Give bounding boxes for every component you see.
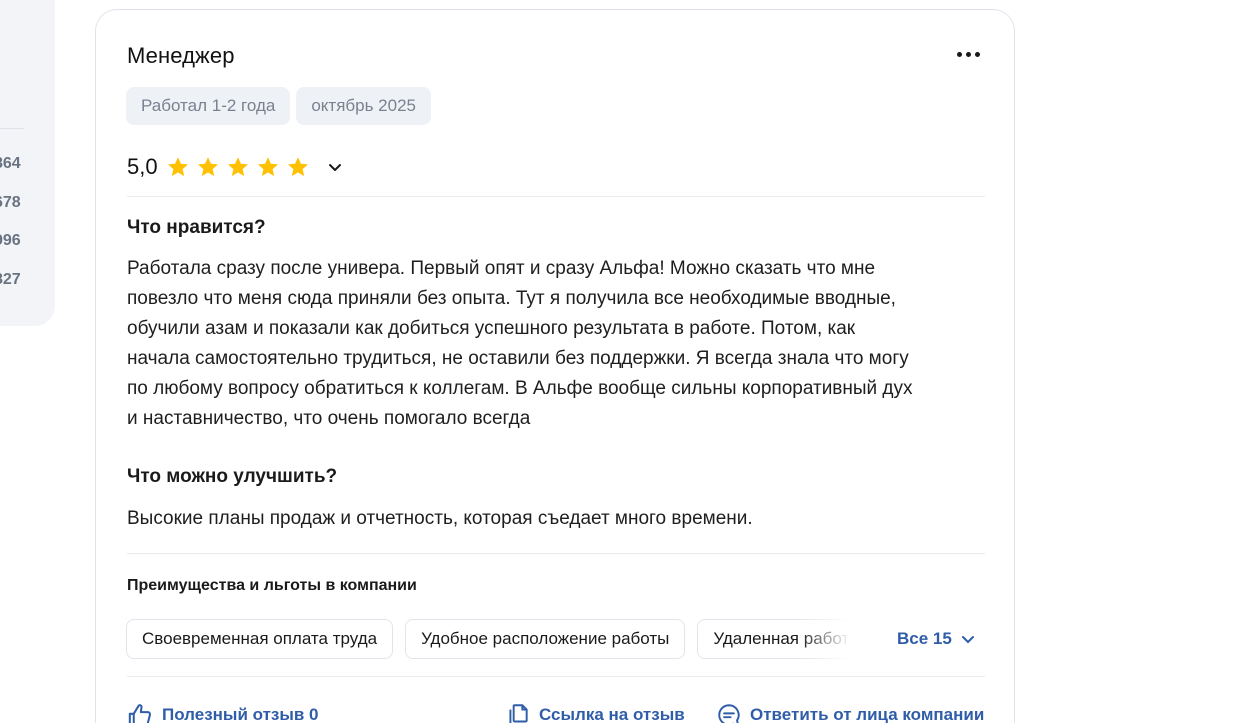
left-stat-value: 678: [0, 194, 21, 211]
review-link-label: Ссылка на отзыв: [539, 705, 685, 723]
show-all-benefits-button[interactable]: Все 15: [897, 629, 976, 649]
rating-value: 5,0: [127, 154, 158, 179]
pros-text: Работала сразу после универа. Первый опя…: [127, 258, 913, 429]
chevron-down-icon: [961, 636, 974, 643]
star-icon: [287, 157, 308, 177]
pros-heading: Что нравится?: [127, 217, 266, 238]
reply-as-company-label: Ответить от лица компании: [750, 705, 985, 723]
review-link-button[interactable]: Ссылка на отзыв: [505, 700, 685, 723]
star-icon: [227, 157, 248, 177]
benefit-chip[interactable]: Своевременная оплата труда: [126, 619, 394, 659]
star-icon: [197, 157, 218, 177]
useful-review-button[interactable]: Полезный отзыв 0: [127, 700, 319, 723]
benefits-heading: Преимущества и льготы в компании: [127, 577, 417, 594]
divider: [127, 676, 985, 677]
review-tags: Работал 1-2 года октябрь 2025: [126, 87, 431, 125]
reply-as-company-button[interactable]: Ответить от лица компании: [716, 700, 984, 723]
left-stat-value: 827: [0, 271, 21, 288]
benefits-chips: Своевременная оплата труда Удобное распо…: [126, 619, 850, 661]
review-position-title: Менеджер: [127, 43, 235, 68]
copy-link-icon: [509, 704, 528, 723]
divider: [127, 553, 985, 554]
rating-row: 5,0: [127, 152, 346, 182]
date-tag: октябрь 2025: [296, 87, 431, 125]
left-stat-value: 996: [0, 232, 21, 249]
left-stat-value: 864: [0, 155, 21, 172]
rating-details-toggle[interactable]: [324, 156, 346, 178]
benefit-chip[interactable]: Удобное расположение работы: [405, 619, 686, 659]
more-icon: [956, 51, 962, 57]
divider: [127, 196, 985, 197]
cons-heading: Что можно улучшить?: [127, 466, 338, 487]
star-icon: [257, 157, 278, 177]
thumb-up-icon: [128, 703, 152, 723]
more-options-button[interactable]: [952, 40, 984, 68]
chips-fade-overlay: [800, 619, 850, 661]
tenure-tag: Работал 1-2 года: [126, 87, 291, 125]
comment-icon: [718, 704, 740, 723]
chevron-down-icon: [328, 164, 341, 171]
rating-stars: [166, 155, 310, 179]
useful-review-label: Полезный отзыв 0: [162, 705, 319, 723]
show-all-label: Все 15: [897, 629, 952, 648]
cons-text: Высокие планы продаж и отчетность, котор…: [127, 508, 753, 529]
left-panel-divider: [0, 128, 24, 129]
star-icon: [167, 157, 188, 177]
